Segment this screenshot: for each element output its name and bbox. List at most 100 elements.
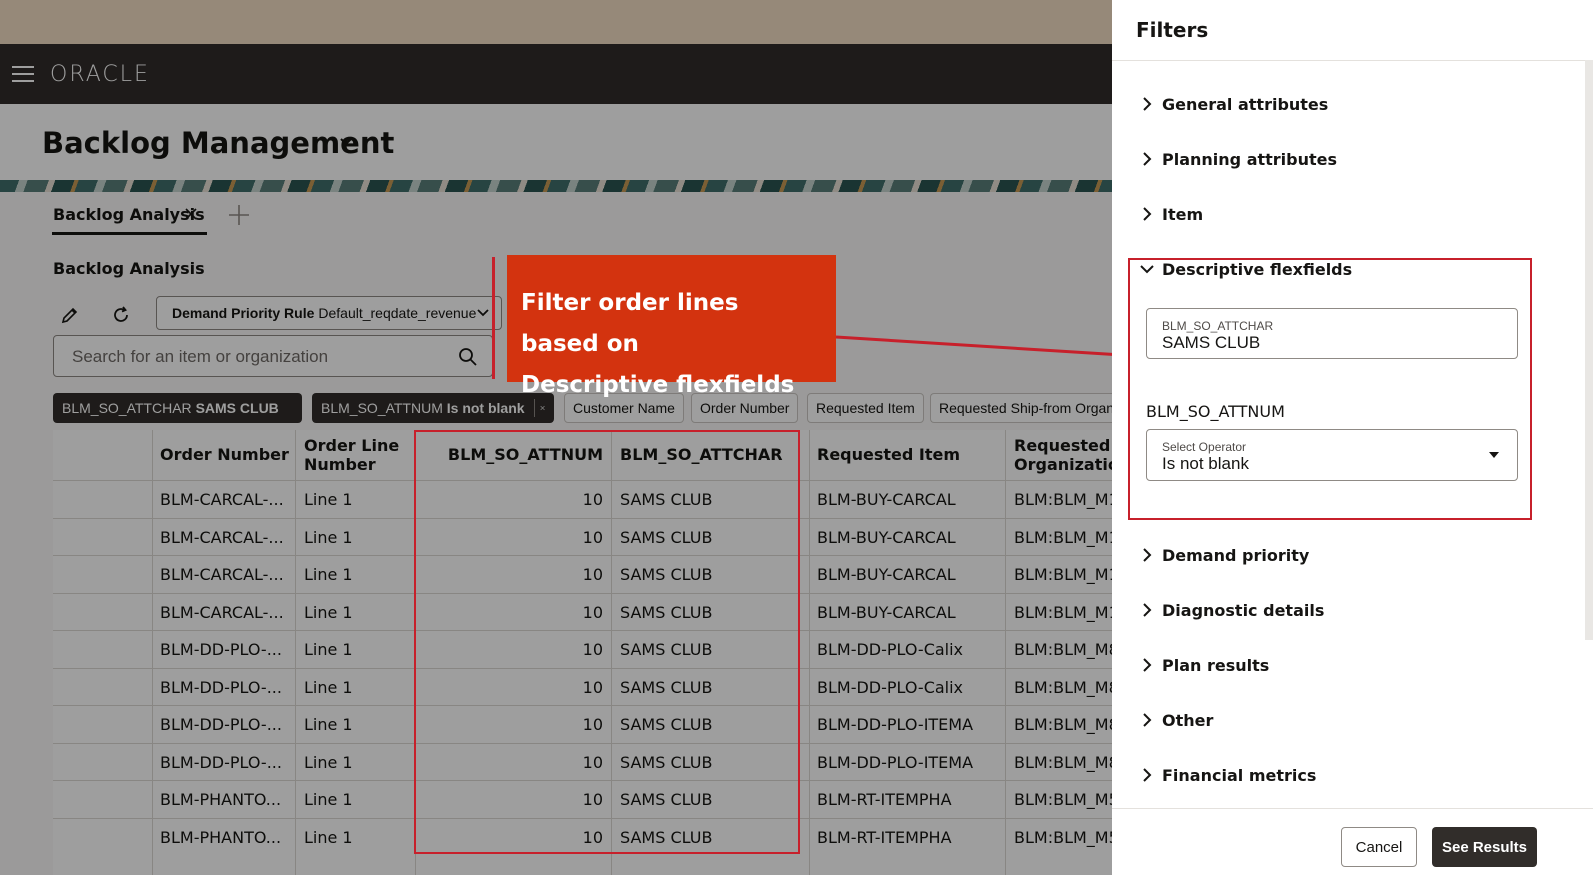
chip-value: Is not blank	[446, 400, 525, 416]
field-value: Is not blank	[1162, 454, 1249, 473]
table-row[interactable]: BLM-DD-PLO-... Line 1 10 SAMS CLUB BLM-DD-PL…	[53, 667, 1113, 706]
accordion-general-attributes[interactable]: General attributes	[1140, 90, 1328, 118]
cell-attnum: 10	[582, 565, 603, 584]
chevron-right-icon	[1143, 548, 1152, 562]
refresh-icon[interactable]	[111, 305, 131, 325]
filter-chip-requested-item[interactable]: Requested Item	[807, 393, 924, 423]
caret-down-icon	[1489, 452, 1499, 458]
table-row[interactable]: BLM-CARCAL-... Line 1 10 SAMS CLUB BLM-BUY-C…	[53, 555, 1113, 593]
cell-requested-org: BLM:BLM_M5	[1014, 827, 1113, 847]
table-row[interactable]: BLM-DD-PLO-... Line 1 10 SAMS CLUB BLM-DD-PL…	[53, 742, 1113, 781]
accordion-label: Planning attributes	[1162, 149, 1338, 169]
chevron-right-icon	[1143, 603, 1152, 617]
accordion-item[interactable]: Item	[1140, 200, 1203, 228]
cell-requested-org: BLM:BLM_M1	[1014, 602, 1113, 622]
accordion-diagnostic-details[interactable]: Diagnostic details	[1140, 596, 1324, 624]
table-row[interactable]: BLM-PHANTO... Line 1 10 SAMS CLUB BLM-RT-ITE…	[53, 817, 1113, 856]
cell-requested-org: BLM:BLM_M8	[1014, 640, 1113, 659]
add-tab-icon[interactable]	[228, 204, 250, 226]
header-attnum[interactable]: BLM_SO_ATTNUM	[415, 430, 603, 480]
filter-chip-attchar[interactable]: BLM_SO_ATTCHAR SAMS CLUB	[53, 393, 302, 423]
filter-chip-requested-ship-from[interactable]: Requested Ship-from Organ	[930, 393, 1112, 423]
header-requested-organization[interactable]: Requested Sh Organization	[1014, 430, 1113, 480]
cell-order-number: BLM-PHANTO...	[160, 827, 282, 847]
demand-priority-rule-select[interactable]: Demand Priority Rule Default_reqdate_rev…	[156, 296, 502, 330]
cell-attnum: 10	[582, 527, 603, 547]
cell-order-line: Line 1	[304, 715, 353, 734]
accordion-label: Other	[1162, 710, 1214, 730]
cell-attnum: 10	[582, 677, 603, 697]
header-text: Requested Sh	[1014, 435, 1113, 455]
accordion-planning-attributes[interactable]: Planning attributes	[1140, 145, 1337, 173]
accordion-financial-metrics[interactable]: Financial metrics	[1140, 761, 1316, 789]
cell-requested-item: BLM-RT-ITEMPHA	[817, 827, 952, 847]
accordion-descriptive-flexfields[interactable]: Descriptive flexfields	[1140, 255, 1352, 283]
rule-value: Default_reqdate_revenue	[318, 305, 477, 321]
chevron-right-icon	[1143, 97, 1152, 111]
cell-order-number: BLM-DD-PLO-...	[160, 677, 282, 697]
chip-attr: BLM_SO_ATTNUM	[321, 400, 443, 416]
cell-attnum: 10	[582, 752, 603, 772]
section-title: Backlog Analysis	[53, 259, 205, 278]
cell-order-line: Line 1	[304, 790, 353, 809]
table-row[interactable]: BLM-DD-PLO-... Line 1 10 SAMS CLUB BLM-DD-PL…	[53, 705, 1113, 743]
search-box	[53, 335, 493, 377]
tab-backlog-analysis[interactable]: Backlog Analysis	[53, 205, 205, 224]
accordion-plan-results[interactable]: Plan results	[1140, 651, 1269, 679]
search-icon[interactable]	[458, 347, 478, 367]
accordion-demand-priority[interactable]: Demand priority	[1140, 541, 1309, 569]
cell-attnum: 10	[582, 490, 603, 509]
field-label: BLM_SO_ATTCHAR	[1162, 319, 1274, 333]
chip-value: SAMS CLUB	[195, 400, 279, 416]
annotation-callout: Filter order lines based on Descriptive …	[507, 255, 836, 398]
cell-requested-item: BLM-RT-ITEMPHA	[817, 790, 952, 809]
header-attchar[interactable]: BLM_SO_ATTCHAR	[620, 430, 783, 480]
accordion-label: General attributes	[1162, 94, 1329, 114]
cell-attnum: 10	[582, 715, 603, 734]
cell-attnum: 10	[582, 827, 603, 847]
filters-drawer: Filters General attributes Planning attr…	[1112, 0, 1593, 875]
close-tab-icon[interactable]	[185, 208, 197, 220]
cancel-button[interactable]: Cancel	[1341, 827, 1417, 867]
cell-attchar: SAMS CLUB	[620, 827, 713, 847]
operator-select[interactable]: Select Operator Is not blank	[1146, 429, 1518, 481]
accordion-other[interactable]: Other	[1140, 706, 1213, 734]
table-row[interactable]: BLM-CARCAL-... Line 1 10 SAMS CLUB BLM-BUY-C…	[53, 592, 1113, 631]
header-order-number[interactable]: Order Number	[160, 430, 289, 480]
accordion-label: Descriptive flexfields	[1162, 259, 1353, 279]
cell-order-number: BLM-PHANTO...	[160, 790, 282, 809]
header-order-line-number[interactable]: Order Line Number	[304, 430, 399, 480]
header-text: Order Line	[304, 435, 400, 455]
table-row[interactable]: BLM-CARCAL-... Line 1 10 SAMS CLUB BLM-BUY-C…	[53, 517, 1113, 556]
cell-requested-item: BLM-DD-PLO-Calix	[817, 640, 964, 659]
search-input[interactable]	[70, 346, 450, 368]
cell-attchar: SAMS CLUB	[620, 752, 713, 772]
chevron-right-icon	[1143, 713, 1152, 727]
accordion-label: Financial metrics	[1162, 765, 1317, 785]
cell-order-line: Line 1	[304, 640, 353, 659]
menu-icon[interactable]	[12, 66, 34, 82]
cell-requested-item: BLM-BUY-CARCAL	[817, 565, 956, 584]
filter-chip-attnum[interactable]: BLM_SO_ATTNUM Is not blank	[312, 393, 554, 423]
cell-attchar: SAMS CLUB	[620, 565, 713, 584]
cell-order-number: BLM-CARCAL-...	[160, 565, 284, 584]
chevron-right-icon	[1143, 768, 1152, 782]
cell-requested-org: BLM:BLM_M8	[1014, 752, 1113, 772]
table-row[interactable]: BLM-CARCAL-... Line 1 10 SAMS CLUB BLM-BUY-C…	[53, 480, 1113, 518]
cell-order-number: BLM-CARCAL-...	[160, 602, 284, 622]
chevron-right-icon	[1143, 658, 1152, 672]
chevron-down-icon	[1140, 265, 1154, 274]
callout-line: Descriptive flexfields	[521, 372, 795, 398]
cell-order-line: Line 1	[304, 827, 353, 847]
table-row[interactable]: BLM-DD-PLO-... Line 1 10 SAMS CLUB BLM-DD-PL…	[53, 630, 1113, 668]
cell-requested-org: BLM:BLM_M1	[1014, 527, 1113, 547]
drawer-scrollbar[interactable]	[1585, 60, 1593, 640]
chevron-down-icon[interactable]	[338, 134, 354, 150]
header-requested-item[interactable]: Requested Item	[817, 430, 960, 480]
cell-order-line: Line 1	[304, 752, 353, 772]
cell-requested-item: BLM-DD-PLO-ITEMA	[817, 752, 974, 772]
edit-pencil-icon[interactable]	[60, 305, 80, 325]
table-row[interactable]: BLM-PHANTO... Line 1 10 SAMS CLUB BLM-RT-ITE…	[53, 780, 1113, 818]
see-results-button[interactable]: See Results	[1432, 827, 1537, 867]
attchar-field[interactable]: BLM_SO_ATTCHAR SAMS CLUB	[1146, 308, 1518, 359]
